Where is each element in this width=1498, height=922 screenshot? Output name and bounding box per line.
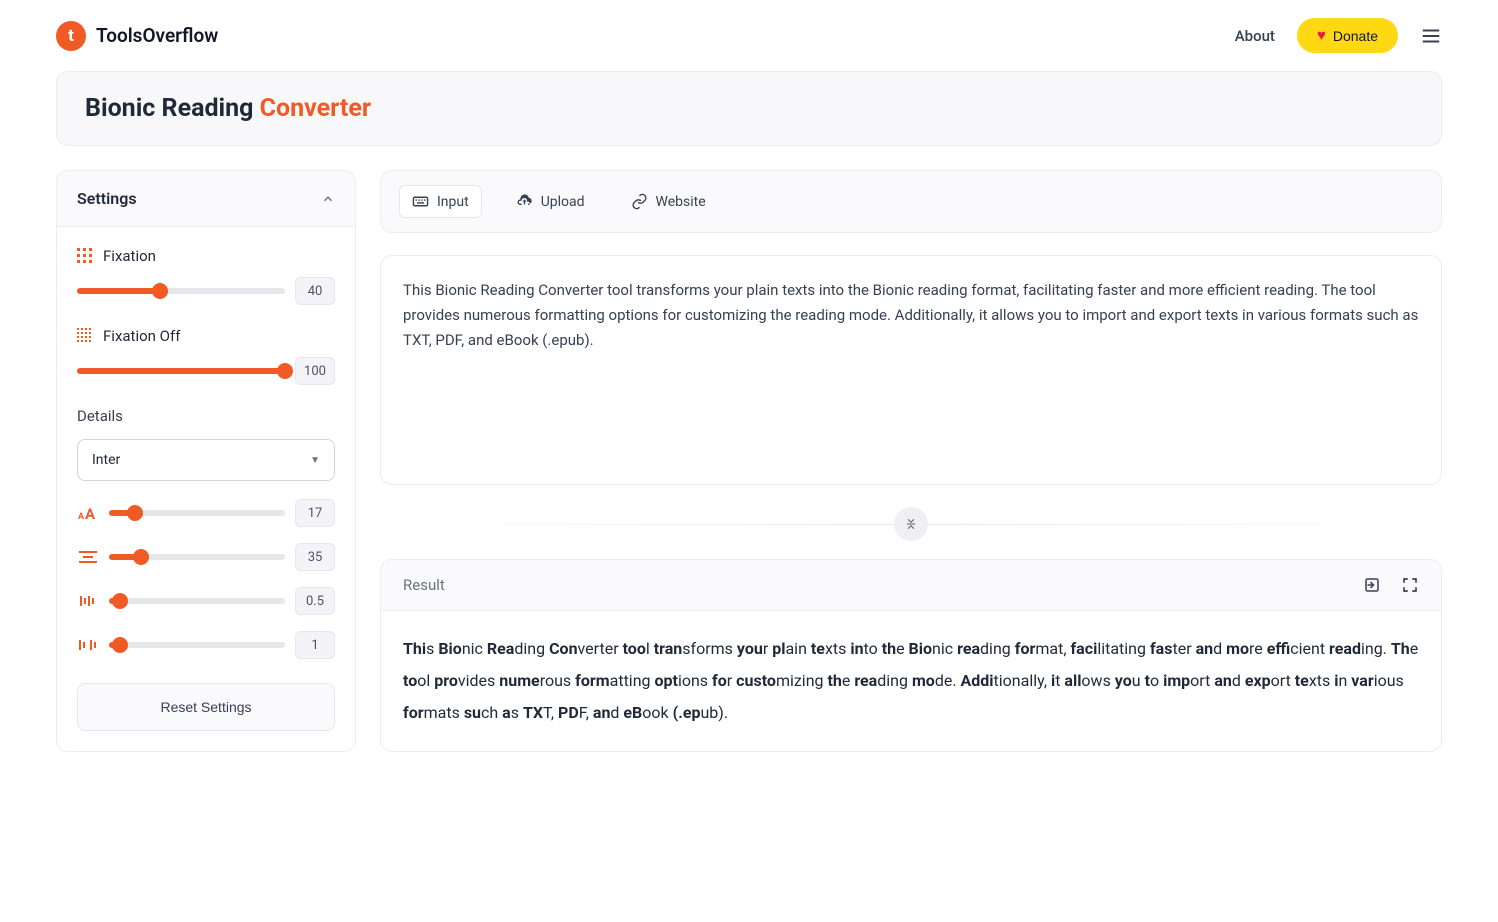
brand-mark: t — [56, 21, 86, 51]
title-accent: Converter — [260, 94, 371, 123]
fixation-slider[interactable] — [77, 288, 285, 294]
donate-label: Donate — [1333, 28, 1378, 44]
donate-button[interactable]: ♥ Donate — [1297, 18, 1398, 53]
fixation-value: 40 — [295, 277, 335, 305]
line-height-value: 35 — [295, 543, 335, 571]
fixation-off-icon — [77, 328, 93, 344]
fixation-icon — [77, 248, 93, 264]
source-tabs: Input Upload Website — [380, 170, 1442, 233]
cloud-upload-icon — [516, 193, 533, 210]
line-height-slider[interactable] — [109, 554, 285, 560]
font-size-value: 17 — [295, 499, 335, 527]
tab-input[interactable]: Input — [399, 185, 482, 218]
details-label: Details — [77, 407, 335, 425]
letter-spacing-value: 0.5 — [295, 587, 335, 615]
text-input[interactable] — [380, 255, 1442, 485]
font-size-slider[interactable] — [109, 510, 285, 516]
letter-spacing-slider[interactable] — [109, 598, 285, 604]
fixation-off-value: 100 — [295, 357, 335, 385]
svg-text:A: A — [85, 505, 96, 521]
fixation-off-slider[interactable] — [77, 368, 285, 374]
menu-icon[interactable] — [1420, 25, 1442, 47]
settings-header[interactable]: Settings — [57, 171, 355, 227]
fullscreen-icon[interactable] — [1401, 576, 1419, 594]
result-title: Result — [403, 576, 445, 594]
settings-title: Settings — [77, 189, 137, 208]
result-content: This Bionic Reading Converter tool trans… — [381, 611, 1441, 751]
line-height-icon — [77, 550, 99, 564]
font-selected: Inter — [92, 452, 120, 468]
tab-upload-label: Upload — [541, 194, 585, 210]
brand-name: ToolsOverflow — [96, 24, 218, 47]
title-prefix: Bionic Reading — [85, 94, 260, 123]
about-link[interactable]: About — [1235, 27, 1275, 45]
svg-text:A: A — [78, 512, 85, 521]
heart-icon: ♥ — [1317, 27, 1326, 44]
fixation-label: Fixation — [103, 247, 156, 265]
brand-logo[interactable]: t ToolsOverflow — [56, 21, 218, 51]
collapse-handle[interactable] — [894, 507, 928, 541]
fixation-off-label: Fixation Off — [103, 327, 180, 345]
word-spacing-slider[interactable] — [109, 642, 285, 648]
collapse-icon — [904, 517, 918, 531]
export-icon[interactable] — [1363, 576, 1381, 594]
chevron-down-icon: ▼ — [310, 455, 320, 466]
tab-website[interactable]: Website — [619, 185, 718, 218]
keyboard-icon — [412, 193, 429, 210]
font-select[interactable]: Inter ▼ — [77, 439, 335, 481]
result-panel: Result This Bionic Reading Converter too… — [380, 559, 1442, 752]
tab-upload[interactable]: Upload — [504, 185, 597, 218]
word-spacing-icon — [77, 638, 99, 652]
font-size-icon: AA — [77, 505, 99, 521]
tab-input-label: Input — [437, 194, 469, 210]
reset-settings-button[interactable]: Reset Settings — [77, 683, 335, 731]
chevron-up-icon — [321, 192, 335, 206]
word-spacing-value: 1 — [295, 631, 335, 659]
settings-panel: Settings Fixation 40 — [56, 170, 356, 752]
letter-spacing-icon — [77, 594, 99, 608]
page-title: Bionic Reading Converter — [56, 71, 1442, 146]
link-icon — [631, 193, 648, 210]
tab-website-label: Website — [656, 194, 706, 210]
